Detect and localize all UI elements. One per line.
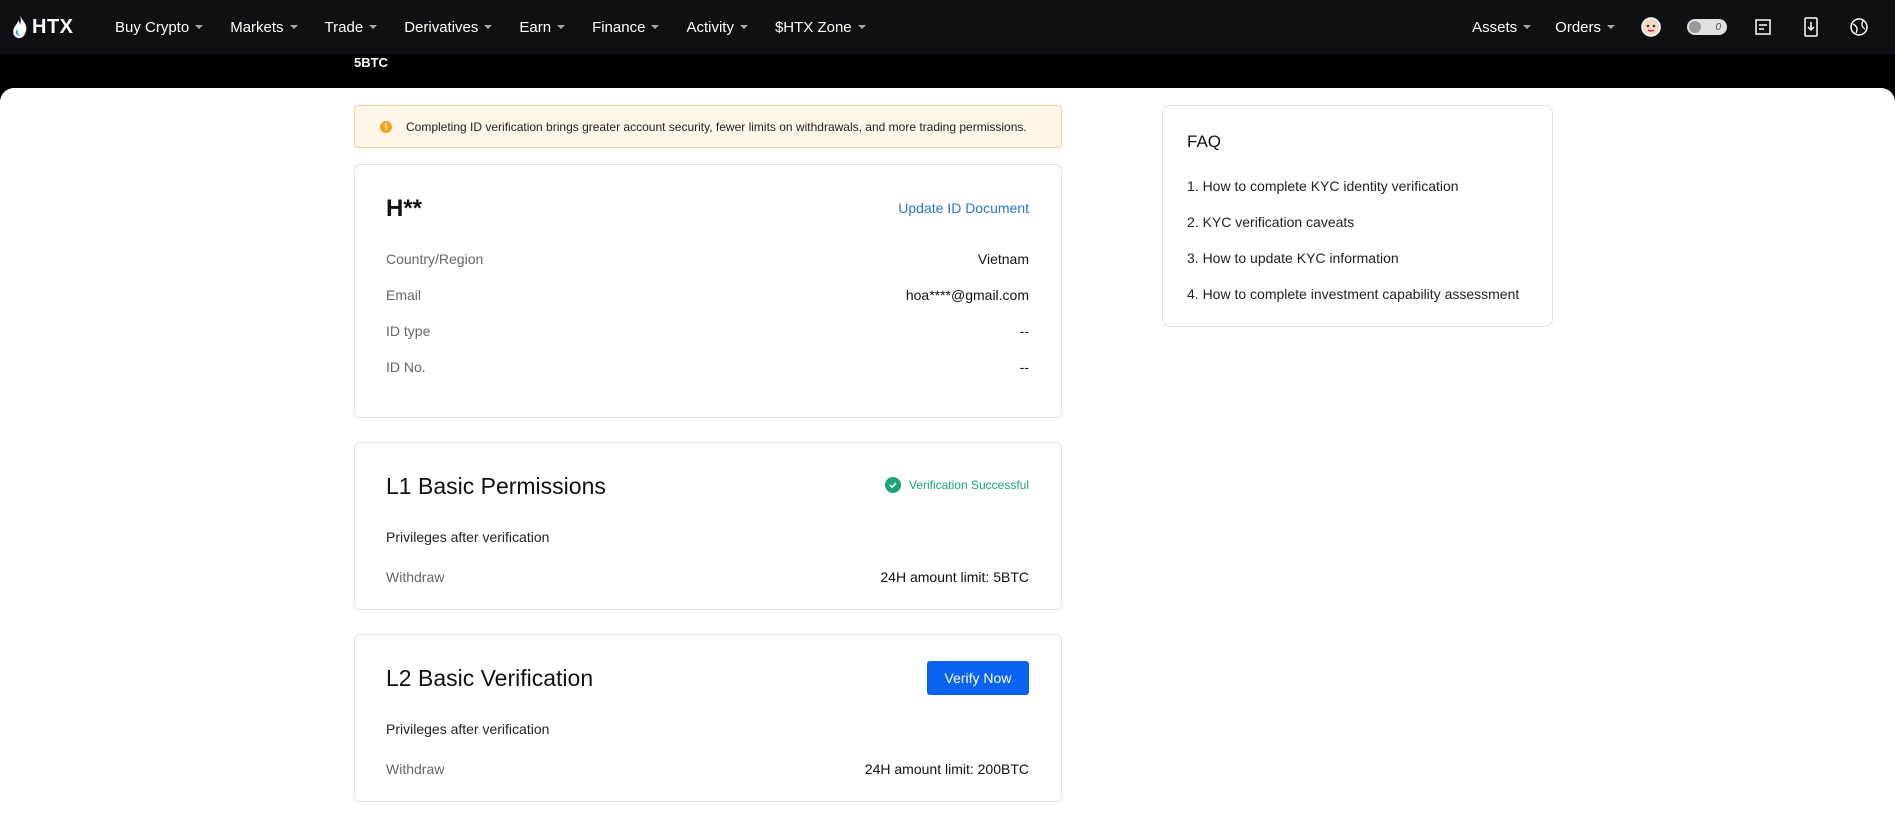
l2-subtitle: Privileges after verification	[386, 721, 550, 737]
top-navigation: HTX Buy Crypto Markets Trade Derivatives…	[0, 0, 1895, 54]
nav-buy-crypto[interactable]: Buy Crypto	[115, 18, 204, 36]
row-label: Country/Region	[386, 251, 484, 267]
avatar-icon[interactable]	[1639, 15, 1663, 39]
row-label: Withdraw	[386, 569, 445, 585]
language-globe-icon[interactable]	[1847, 15, 1871, 39]
nav-label: Assets	[1472, 18, 1518, 36]
nav-finance[interactable]: Finance	[592, 18, 660, 36]
caret-down-icon	[739, 25, 748, 29]
caret-down-icon	[857, 25, 866, 29]
nav-earn[interactable]: Earn	[519, 18, 566, 36]
faq-panel: FAQ 1. How to complete KYC identity veri…	[1162, 105, 1553, 327]
row-label: Email	[386, 287, 422, 303]
l2-withdraw-row: Withdraw 24H amount limit: 200BTC	[386, 761, 1029, 777]
nav-trade[interactable]: Trade	[325, 19, 378, 36]
notice-text: Completing ID verification brings greate…	[406, 119, 1027, 134]
nav-derivatives[interactable]: Derivatives	[404, 18, 493, 36]
l2-title: L2 Basic Verification	[386, 665, 594, 691]
nav-label: Trade	[324, 18, 364, 36]
nav-label: Earn	[519, 18, 552, 36]
strip-limit-text: 5BTC	[354, 55, 388, 70]
l1-title: L1 Basic Permissions	[386, 473, 606, 499]
check-circle-icon	[884, 477, 901, 493]
caret-down-icon	[369, 25, 378, 29]
verification-status: Verification Successful	[884, 477, 1029, 493]
row-value: --	[1019, 323, 1029, 339]
faq-item-link[interactable]: 1. How to complete KYC identity verifica…	[1187, 178, 1459, 194]
notification-icon[interactable]	[1751, 15, 1775, 39]
caret-down-icon	[484, 25, 493, 29]
verification-notice: ! Completing ID verification brings grea…	[354, 105, 1062, 148]
toggle-value: 0	[1715, 21, 1721, 33]
nav-activity[interactable]: Activity	[686, 19, 748, 36]
identity-name: H**	[386, 195, 423, 222]
flame-icon	[13, 15, 27, 39]
caret-down-icon	[289, 25, 298, 29]
caret-down-icon	[557, 25, 566, 29]
status-text: Verification Successful	[908, 478, 1029, 492]
caret-down-icon	[1523, 25, 1532, 29]
verify-now-button[interactable]: Verify Now	[927, 661, 1029, 695]
nav-assets[interactable]: Assets	[1472, 18, 1532, 36]
htx-logo[interactable]: HTX	[12, 12, 74, 42]
download-icon[interactable]	[1799, 15, 1823, 39]
caret-down-icon	[651, 25, 660, 29]
l2-verification-card: L2 Basic Verification Verify Now Privile…	[354, 634, 1062, 802]
identity-card: H** Update ID Document Country/Region Vi…	[354, 164, 1062, 418]
identity-row-id-type: ID type --	[386, 323, 1029, 339]
l1-withdraw-row: Withdraw 24H amount limit: 5BTC	[386, 569, 1029, 585]
nav-label: Orders	[1555, 18, 1601, 36]
nav-label: Derivatives	[404, 18, 479, 36]
row-value: Vietnam	[977, 251, 1029, 267]
header-strip	[0, 54, 1895, 90]
row-label: ID No.	[386, 359, 426, 375]
faq-item-link[interactable]: 3. How to update KYC information	[1187, 250, 1399, 266]
faq-item-link[interactable]: 2. KYC verification caveats	[1187, 214, 1354, 230]
warning-icon: !	[380, 120, 392, 133]
l1-permissions-card: L1 Basic Permissions Verification Succes…	[354, 442, 1062, 610]
nav-label: $HTX Zone	[774, 18, 852, 36]
mode-toggle[interactable]: 0	[1687, 19, 1727, 35]
nav-label: Finance	[592, 18, 646, 36]
logo-text: HTX	[32, 15, 74, 38]
faq-item-link[interactable]: 4. How to complete investment capability…	[1187, 286, 1519, 302]
nav-label: Activity	[686, 18, 734, 36]
nav-orders[interactable]: Orders	[1555, 19, 1615, 36]
row-value: 24H amount limit: 200BTC	[864, 761, 1029, 777]
main-menu: Buy Crypto Markets Trade Derivatives Ear…	[115, 0, 893, 54]
faq-title: FAQ	[1187, 132, 1222, 151]
caret-down-icon	[1607, 25, 1615, 29]
row-label: ID type	[386, 323, 431, 339]
nav-label: Buy Crypto	[115, 18, 190, 36]
nav-label: Markets	[230, 18, 284, 36]
update-id-document-link[interactable]: Update ID Document	[898, 200, 1029, 216]
row-value: --	[1019, 359, 1029, 375]
identity-row-country: Country/Region Vietnam	[386, 251, 1029, 267]
identity-row-id-no: ID No. --	[386, 359, 1029, 375]
nav-markets[interactable]: Markets	[230, 18, 298, 36]
row-value: hoa****@gmail.com	[905, 287, 1029, 303]
l1-subtitle: Privileges after verification	[386, 529, 550, 545]
nav-htx-zone[interactable]: $HTX Zone	[775, 19, 866, 36]
row-label: Withdraw	[386, 761, 445, 777]
identity-row-email: Email hoa****@gmail.com	[386, 287, 1029, 303]
caret-down-icon	[195, 25, 204, 29]
nav-right: Assets Orders 0	[1472, 0, 1895, 54]
row-value: 24H amount limit: 5BTC	[880, 569, 1029, 585]
